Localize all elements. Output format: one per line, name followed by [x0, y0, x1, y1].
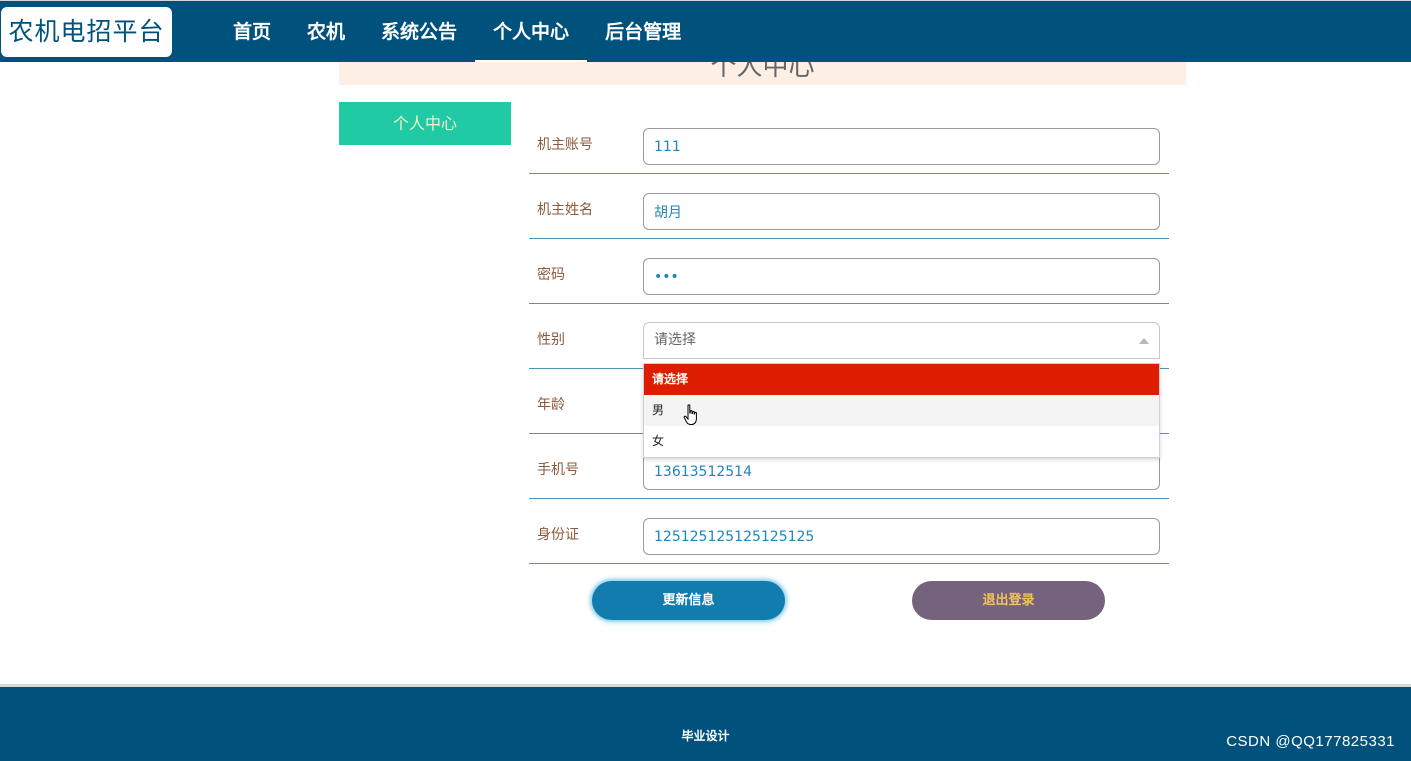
phone-label: 手机号 [537, 462, 579, 478]
name-label: 机主姓名 [537, 202, 593, 218]
page-title: 个人中心 [710, 62, 815, 82]
site-logo[interactable]: 农机电招平台 [1, 7, 172, 57]
footer-text: 毕业设计 [681, 729, 730, 743]
sidebar-tab-personal-center[interactable]: 个人中心 [339, 102, 511, 145]
update-info-button[interactable]: 更新信息 [592, 581, 785, 620]
age-label: 年龄 [537, 397, 565, 413]
password-input[interactable] [643, 258, 1160, 295]
gender-label: 性别 [537, 332, 565, 348]
nav-announcements[interactable]: 系统公告 [363, 1, 475, 63]
page-title-band: 个人中心 [339, 62, 1186, 85]
id-card-label: 身份证 [537, 527, 579, 543]
form-row-id-card: 身份证 [529, 500, 1169, 564]
logout-button[interactable]: 退出登录 [912, 581, 1105, 620]
account-input[interactable] [643, 128, 1160, 165]
nav-home[interactable]: 首页 [215, 1, 289, 63]
gender-select-value: 请选择 [654, 332, 696, 348]
phone-input[interactable] [643, 453, 1160, 490]
gender-option-placeholder[interactable]: 请选择 [644, 364, 1159, 395]
gender-option-male[interactable]: 男 [644, 395, 1159, 426]
form-row-name: 机主姓名 [529, 175, 1169, 239]
form-row-account: 机主账号 [529, 110, 1169, 174]
password-label: 密码 [537, 267, 565, 283]
top-navbar: 农机电招平台 首页 农机 系统公告 个人中心 后台管理 [0, 0, 1411, 63]
gender-dropdown: 请选择 男 女 [643, 363, 1160, 458]
id-card-input[interactable] [643, 518, 1160, 555]
caret-up-icon [1139, 338, 1149, 344]
watermark: CSDN @QQ177825331 [1226, 733, 1395, 750]
account-label: 机主账号 [537, 137, 593, 153]
form-row-password: 密码 [529, 240, 1169, 304]
name-input[interactable] [643, 193, 1160, 230]
footer: 毕业设计 [0, 687, 1411, 761]
nav-admin[interactable]: 后台管理 [587, 1, 699, 63]
hand-pointer-icon [683, 404, 697, 425]
profile-form: 机主账号 机主姓名 密码 性别 年龄 手机号 身份证 请选择 请选择 男 女 [529, 110, 1169, 565]
gender-option-female[interactable]: 女 [644, 426, 1159, 457]
gender-select[interactable]: 请选择 [643, 322, 1160, 359]
nav-personal-center[interactable]: 个人中心 [475, 1, 588, 63]
nav-machinery[interactable]: 农机 [289, 1, 363, 63]
main-nav: 首页 农机 系统公告 个人中心 后台管理 [215, 1, 699, 63]
